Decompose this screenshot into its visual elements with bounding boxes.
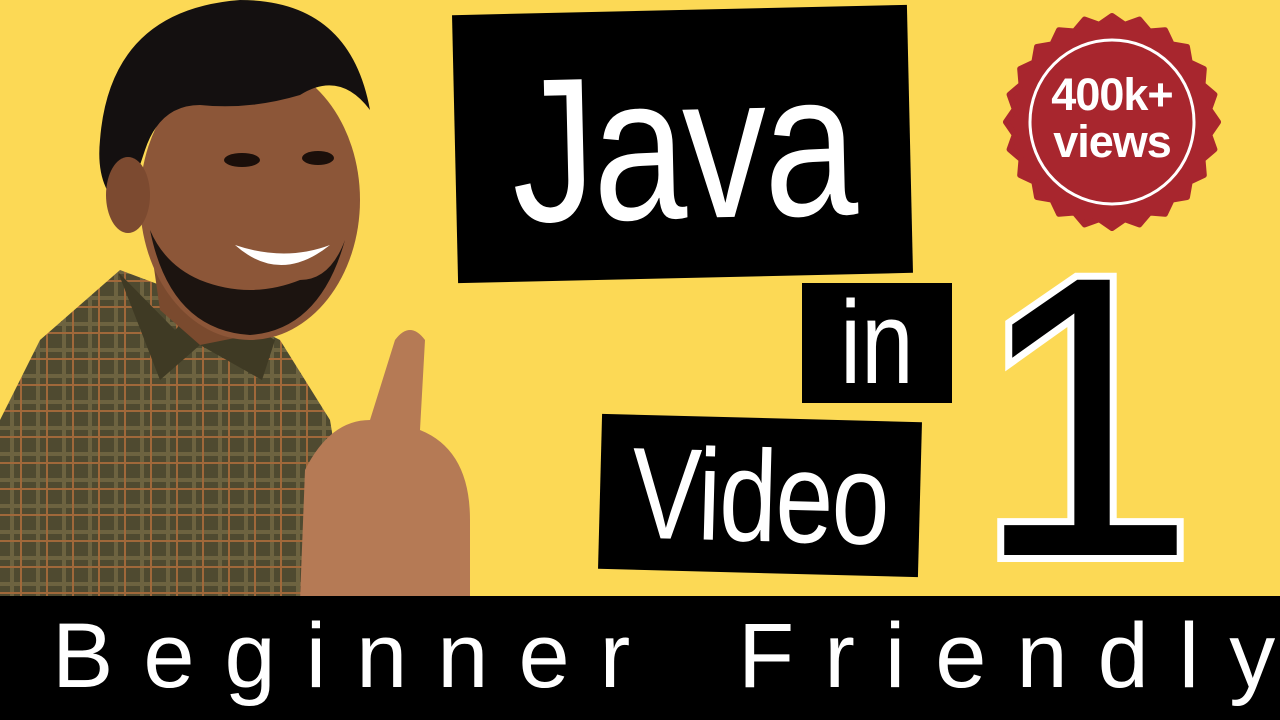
bottom-banner: Beginner Friendly xyxy=(0,596,1280,720)
banner-friendly: Friendly xyxy=(738,605,1280,707)
number-one: 1 xyxy=(974,225,1196,585)
badge-text: 400k+ views xyxy=(1020,72,1204,164)
badge-views-count: 400k+ xyxy=(1051,69,1173,120)
big-number: 1 xyxy=(967,225,1203,585)
title-video: Video xyxy=(630,419,890,572)
title-java: Java xyxy=(509,28,857,266)
thumbnail: Java in Video 1 400k+ views Beginner Fri… xyxy=(0,0,1280,720)
title-java-box: Java xyxy=(452,4,913,284)
badge-views-label: views xyxy=(1053,116,1172,167)
title-in-box: in xyxy=(802,283,952,403)
presenter-image xyxy=(0,0,470,600)
title-in: in xyxy=(840,277,914,409)
banner-beginner: Beginner xyxy=(52,605,661,707)
title-video-box: Video xyxy=(598,413,922,578)
